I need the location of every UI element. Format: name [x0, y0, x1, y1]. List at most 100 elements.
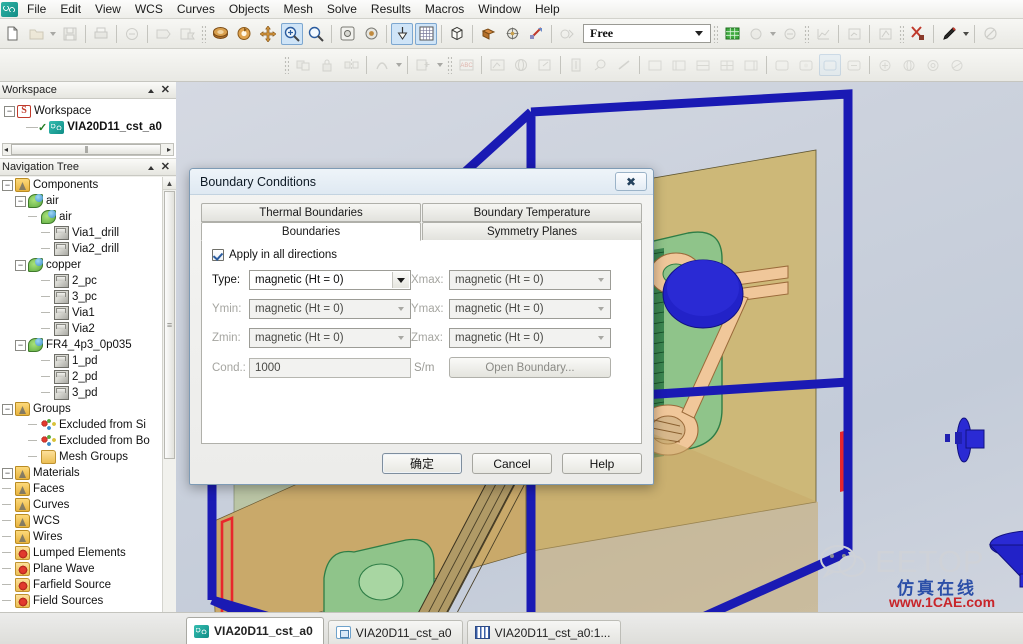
pen-dropdown[interactable]: [961, 23, 971, 45]
tree-item-excluded-from-si[interactable]: Excluded from Si: [0, 417, 176, 433]
document-tab-2[interactable]: VIA20D11_cst_a0:1...: [467, 620, 622, 644]
tree-item-farfield-source[interactable]: Farfield Source: [0, 577, 176, 593]
zoom-in-icon[interactable]: [281, 23, 303, 45]
mesh-setup-icon[interactable]: [745, 23, 767, 45]
expander-icon[interactable]: −: [2, 180, 13, 191]
circle-b-icon[interactable]: [898, 54, 920, 76]
menu-item-objects[interactable]: Objects: [222, 0, 277, 18]
dialog-tab-symmetry-planes[interactable]: Symmetry Planes: [422, 222, 642, 241]
export-icon[interactable]: [534, 54, 556, 76]
new-file-icon[interactable]: [1, 23, 23, 45]
collapse-icon[interactable]: [147, 163, 156, 172]
combo-ymin[interactable]: magnetic (Ht = 0): [249, 299, 411, 319]
wire-icon[interactable]: [613, 54, 635, 76]
scroll-thumb[interactable]: [11, 144, 161, 155]
template-icon[interactable]: [843, 23, 865, 45]
undo-icon[interactable]: [121, 23, 143, 45]
tree-item-3-pc[interactable]: 3_pc: [0, 289, 176, 305]
apply-all-directions-row[interactable]: Apply in all directions: [212, 249, 631, 261]
pan-icon[interactable]: [257, 23, 279, 45]
close-icon[interactable]: ✕: [161, 163, 170, 172]
tree-item-fr4-4p3-0p035[interactable]: −FR4_4p3_0p035: [0, 337, 176, 353]
tree-item-air[interactable]: air: [0, 209, 176, 225]
paste-icon[interactable]: [176, 23, 198, 45]
probe-icon[interactable]: [565, 54, 587, 76]
tree-item-groups[interactable]: −Groups: [0, 401, 176, 417]
combo-ymax[interactable]: magnetic (Ht = 0): [449, 299, 611, 319]
rotate-ccw-icon[interactable]: [233, 23, 255, 45]
toolbar-grip[interactable]: [899, 25, 904, 43]
tree-item-plane-wave[interactable]: Plane Wave: [0, 561, 176, 577]
frame-c-icon[interactable]: [692, 54, 714, 76]
collapse-icon[interactable]: [147, 86, 156, 95]
menu-item-results[interactable]: Results: [364, 0, 418, 18]
chevron-down-icon[interactable]: [392, 272, 409, 288]
combo-zmin[interactable]: magnetic (Ht = 0): [249, 328, 411, 348]
expander-icon[interactable]: −: [15, 196, 26, 207]
expander-icon[interactable]: −: [4, 106, 15, 117]
anim-b-icon[interactable]: [795, 54, 817, 76]
combo-xmax[interactable]: magnetic (Ht = 0): [449, 270, 611, 290]
dialog-tab-thermal-boundaries[interactable]: Thermal Boundaries: [201, 203, 421, 222]
dialog-tab-boundary-temperature[interactable]: Boundary Temperature: [422, 203, 642, 222]
mesh-dropdown[interactable]: [768, 23, 778, 45]
menu-item-view[interactable]: View: [88, 0, 128, 18]
field-icon[interactable]: [486, 54, 508, 76]
plot-icon[interactable]: [812, 23, 834, 45]
circle-a-icon[interactable]: [874, 54, 896, 76]
bend-dropdown[interactable]: [394, 54, 404, 76]
expander-icon[interactable]: −: [2, 404, 13, 415]
chevron-down-icon[interactable]: [392, 330, 409, 346]
expander-icon[interactable]: −: [15, 260, 26, 271]
combo-type[interactable]: magnetic (Ht = 0): [249, 270, 411, 290]
tree-item-via2[interactable]: Via2: [0, 321, 176, 337]
menu-item-curves[interactable]: Curves: [170, 0, 222, 18]
mirror-icon[interactable]: [340, 54, 362, 76]
menu-item-solve[interactable]: Solve: [320, 0, 364, 18]
document-tab-0[interactable]: VIA20D11_cst_a0: [186, 617, 324, 644]
lock-icon[interactable]: [316, 54, 338, 76]
close-icon[interactable]: ✕: [161, 86, 170, 95]
bounding-box-icon[interactable]: [446, 23, 468, 45]
save-icon[interactable]: [59, 23, 81, 45]
transform-icon[interactable]: [556, 23, 578, 45]
apply-all-directions-checkbox[interactable]: [212, 249, 224, 261]
workspace-project-row[interactable]: ✓ VIA20D11_cst_a0: [2, 119, 176, 135]
menu-item-help[interactable]: Help: [528, 0, 567, 18]
bend-icon[interactable]: [371, 54, 393, 76]
monitor-icon[interactable]: [589, 54, 611, 76]
cond-input[interactable]: 1000: [249, 358, 411, 378]
expander-icon[interactable]: −: [2, 468, 13, 479]
scroll-thumb[interactable]: [164, 191, 175, 459]
workspace-root-row[interactable]: − Workspace: [2, 103, 176, 119]
fit-view-icon[interactable]: [336, 23, 358, 45]
menu-item-macros[interactable]: Macros: [418, 0, 471, 18]
open-folder-icon[interactable]: [25, 23, 47, 45]
tree-item-wcs[interactable]: WCS: [0, 513, 176, 529]
chevron-down-icon[interactable]: [592, 301, 609, 317]
circle-c-icon[interactable]: [922, 54, 944, 76]
open-boundary-button[interactable]: Open Boundary...: [449, 357, 611, 378]
combo-zmax[interactable]: magnetic (Ht = 0): [449, 328, 611, 348]
chevron-down-icon[interactable]: [592, 272, 609, 288]
cancel-button[interactable]: Cancel: [472, 453, 552, 474]
tree-item-via1[interactable]: Via1: [0, 305, 176, 321]
frame-d-icon[interactable]: [716, 54, 738, 76]
scroll-right-icon[interactable]: ▸: [167, 145, 171, 154]
close-icon[interactable]: ✖: [615, 172, 647, 191]
insert-dropdown[interactable]: [435, 54, 445, 76]
grid-icon[interactable]: [415, 23, 437, 45]
circle-d-icon[interactable]: [946, 54, 968, 76]
frame-a-icon[interactable]: [644, 54, 666, 76]
help-button[interactable]: Help: [562, 453, 642, 474]
mesh-refine-icon[interactable]: [779, 23, 801, 45]
scroll-up-icon[interactable]: ▲: [163, 177, 176, 190]
toolbar-grip[interactable]: [201, 25, 206, 43]
print-icon[interactable]: [90, 23, 112, 45]
tree-item-lumped-elements[interactable]: Lumped Elements: [0, 545, 176, 561]
insert-icon[interactable]: [412, 54, 434, 76]
cancel-icon[interactable]: [979, 23, 1001, 45]
anim-c-icon[interactable]: [819, 54, 841, 76]
toolbar-grip[interactable]: [804, 25, 809, 43]
tree-item-wires[interactable]: Wires: [0, 529, 176, 545]
